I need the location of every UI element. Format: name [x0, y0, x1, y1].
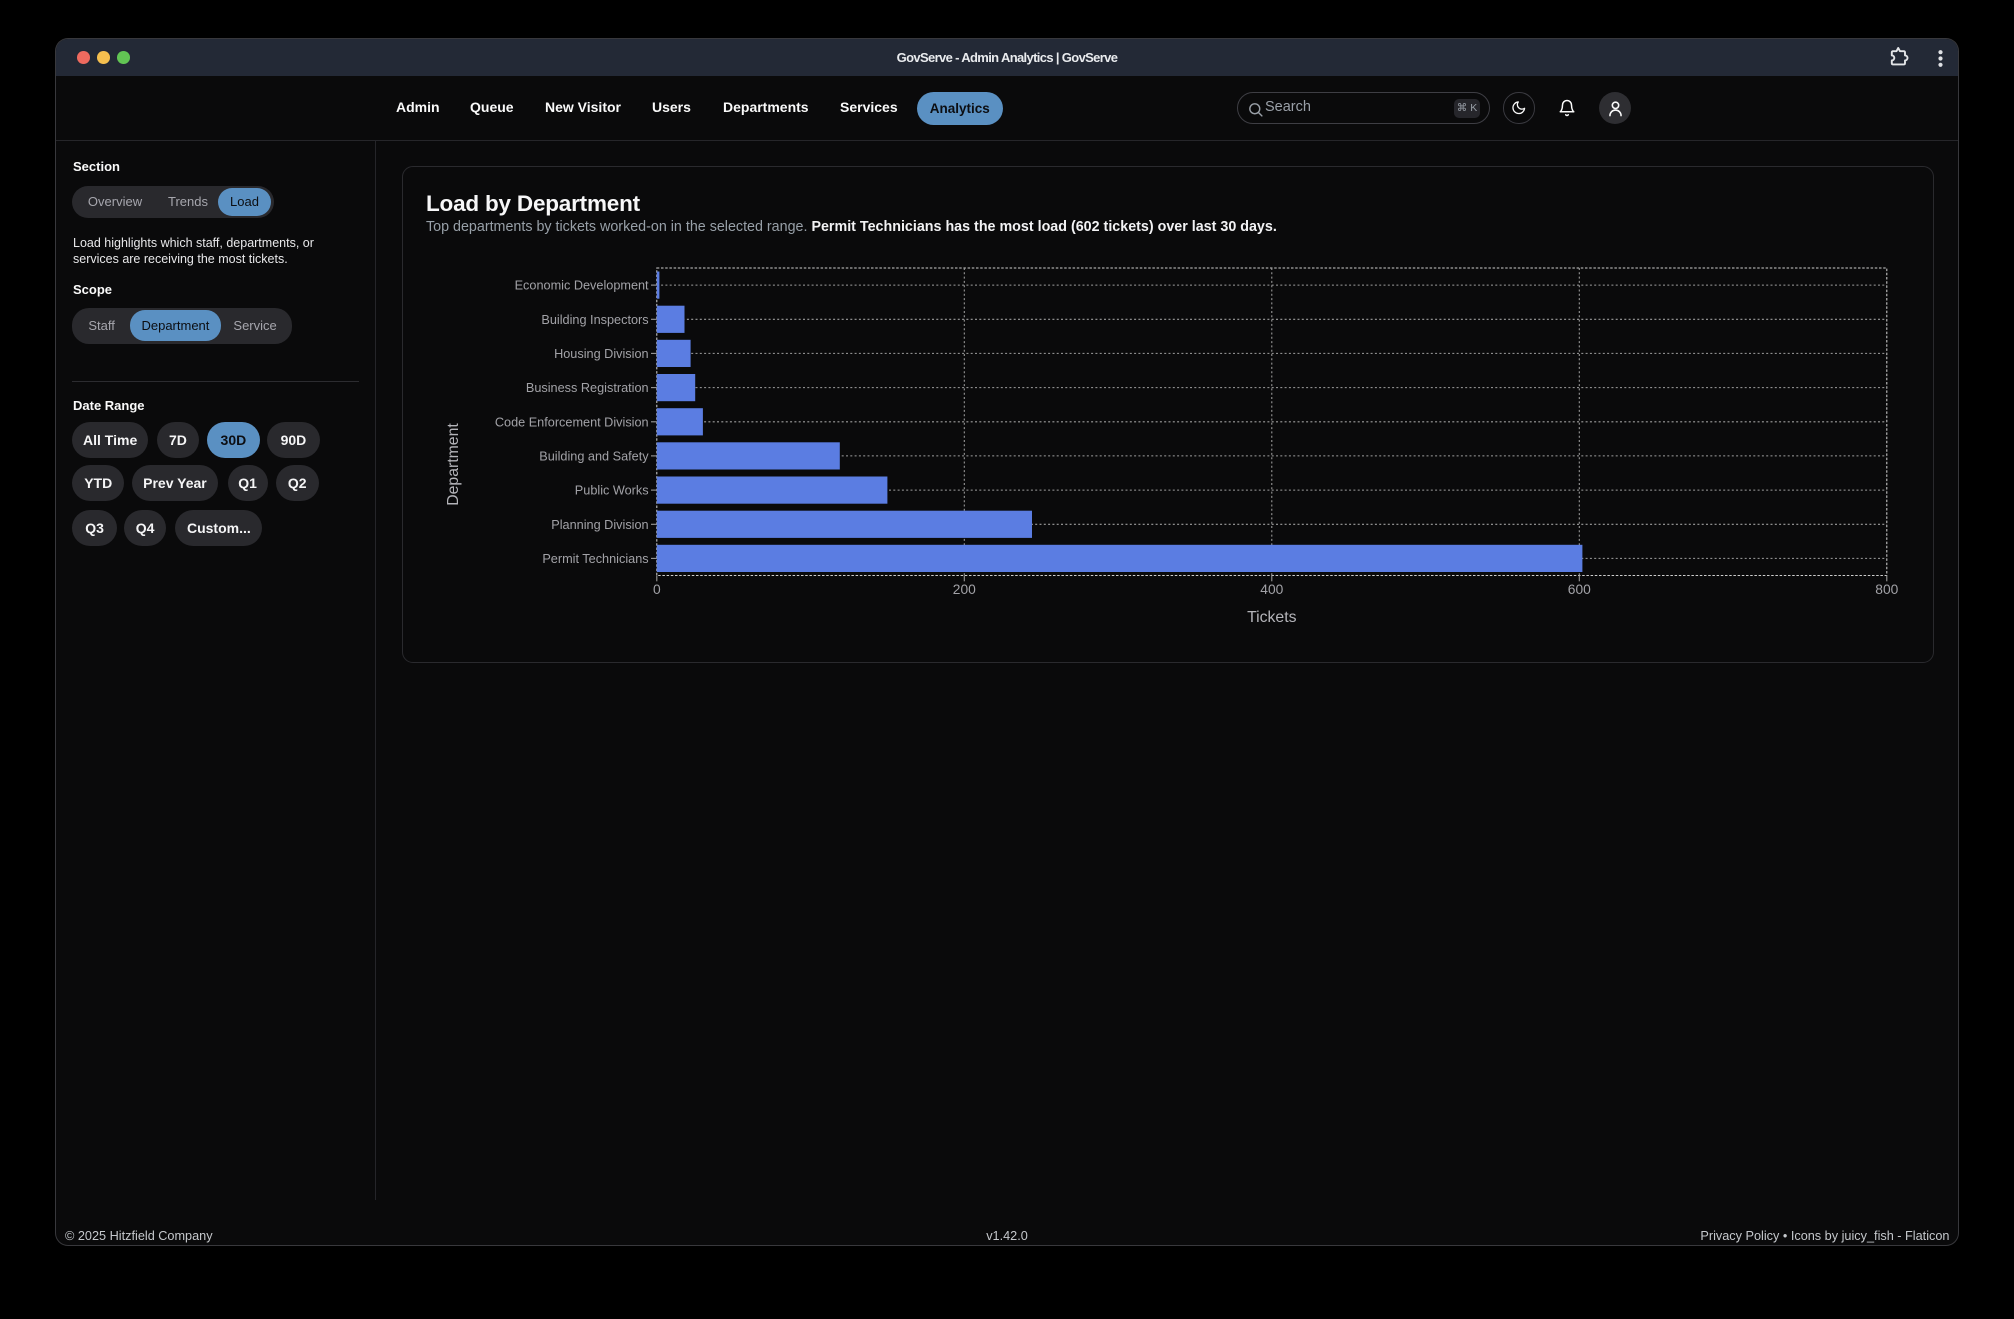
- svg-text:Tickets: Tickets: [1247, 609, 1297, 626]
- svg-text:800: 800: [1875, 582, 1898, 597]
- svg-text:Planning Division: Planning Division: [551, 517, 648, 531]
- svg-text:Department: Department: [445, 422, 462, 505]
- svg-text:Code Enforcement Division: Code Enforcement Division: [495, 415, 649, 429]
- svg-text:Building Inspectors: Building Inspectors: [541, 312, 648, 326]
- svg-text:Permit Technicians: Permit Technicians: [542, 552, 648, 566]
- svg-text:200: 200: [953, 582, 976, 597]
- svg-text:Business Registration: Business Registration: [526, 381, 649, 395]
- svg-text:Economic Development: Economic Development: [515, 278, 649, 292]
- svg-text:Housing Division: Housing Division: [554, 347, 649, 361]
- svg-text:600: 600: [1568, 582, 1591, 597]
- svg-text:Public Works: Public Works: [575, 483, 649, 497]
- svg-text:400: 400: [1260, 582, 1283, 597]
- svg-text:Building and Safety: Building and Safety: [539, 449, 649, 463]
- svg-text:0: 0: [653, 582, 661, 597]
